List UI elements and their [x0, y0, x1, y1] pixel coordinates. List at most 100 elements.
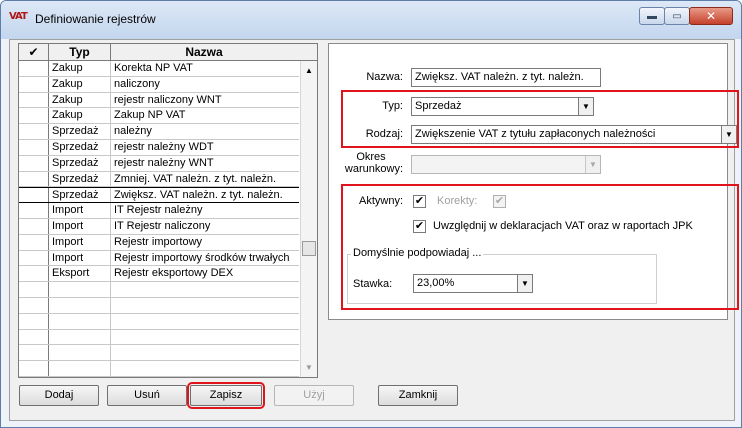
row-check-cell[interactable] — [19, 76, 49, 92]
table-row[interactable]: Import Rejestr importowy środków trwałych — [19, 250, 299, 267]
row-typ-cell — [49, 297, 111, 313]
row-check-cell[interactable] — [19, 155, 49, 171]
rodzaj-dropdown[interactable]: Zwiększenie VAT z tytułu zapłaconych nal… — [411, 125, 737, 144]
maximize-button[interactable]: ▭ — [664, 7, 690, 25]
chevron-down-icon: ▼ — [517, 275, 532, 292]
row-typ-cell — [49, 282, 111, 297]
row-typ-cell: Zakup — [49, 76, 111, 92]
stawka-value: 23,00% — [417, 277, 455, 289]
dodaj-label: Dodaj — [44, 389, 74, 401]
row-check-cell[interactable] — [19, 61, 49, 76]
checkmark-icon: ✔ — [414, 195, 425, 207]
row-typ-cell: Sprzedaż — [49, 139, 111, 155]
table-row[interactable]: Zakup rejestr naliczony WNT — [19, 92, 299, 109]
table-row[interactable] — [19, 313, 299, 330]
checkmark-icon: ✔ — [494, 195, 505, 207]
row-nazwa-cell: Korekta NP VAT — [114, 62, 193, 74]
table-row[interactable]: Sprzedaż Zwiększ. VAT należn. z tyt. nale… — [19, 187, 299, 204]
row-nazwa-cell: naliczony — [114, 77, 160, 90]
grid-scrollbar[interactable]: ▲ ▼ — [300, 61, 317, 377]
table-row[interactable]: Import IT Rejestr należny — [19, 203, 299, 219]
nazwa-column-header[interactable]: Nazwa — [111, 44, 297, 61]
row-nazwa-cell: IT Rejestr naliczony — [114, 219, 211, 232]
row-check-cell[interactable] — [19, 345, 49, 361]
uzyj-button[interactable]: Użyj — [274, 385, 354, 406]
row-check-cell[interactable] — [19, 250, 49, 266]
maximize-icon: ▭ — [672, 10, 682, 22]
typ-dropdown[interactable]: Sprzedaż ▼ — [411, 97, 594, 116]
table-row[interactable] — [19, 297, 299, 314]
table-row[interactable] — [19, 361, 299, 377]
table-row[interactable] — [19, 282, 299, 298]
scroll-thumb[interactable] — [302, 241, 316, 256]
stawka-dropdown[interactable]: 23,00% ▼ — [413, 274, 533, 293]
usun-button[interactable]: Usuń — [107, 385, 187, 406]
table-row[interactable]: Zakup Korekta NP VAT — [19, 61, 299, 77]
check-column-header[interactable]: ✔ — [19, 44, 49, 61]
table-row[interactable] — [19, 345, 299, 362]
okres-label-line1: Okres — [356, 151, 386, 163]
row-check-cell[interactable] — [19, 203, 49, 218]
table-row[interactable]: Sprzedaż rejestr należny WNT — [19, 155, 299, 172]
row-nazwa-cell: rejestr naliczony WNT — [114, 93, 222, 106]
rodzaj-label: Rodzaj: — [365, 128, 403, 140]
table-row[interactable]: Zakup naliczony — [19, 76, 299, 93]
row-typ-cell: Zakup — [49, 92, 111, 108]
row-check-cell[interactable] — [19, 108, 49, 124]
uwzglednij-checkbox[interactable]: ✔ — [413, 220, 426, 233]
row-check-cell[interactable] — [19, 188, 49, 203]
scroll-down-icon[interactable]: ▼ — [301, 359, 317, 376]
row-nazwa-cell — [111, 361, 299, 376]
row-nazwa-cell: IT Rejestr należny — [114, 204, 203, 217]
row-typ-cell: Sprzedaż — [49, 155, 111, 171]
row-check-cell[interactable] — [19, 124, 49, 139]
checkmark-icon: ✔ — [414, 220, 425, 232]
nazwa-input[interactable]: Zwiększ. VAT należn. z tyt. należn. — [411, 68, 601, 87]
aktywny-checkbox[interactable]: ✔ — [413, 195, 426, 208]
table-row[interactable] — [19, 329, 299, 346]
vat-app-icon: VAT — [9, 11, 28, 22]
zamknij-button[interactable]: Zamknij — [378, 385, 458, 406]
row-check-cell[interactable] — [19, 266, 49, 282]
zapisz-button[interactable]: Zapisz — [187, 382, 265, 409]
row-check-cell[interactable] — [19, 234, 49, 250]
typ-value: Sprzedaż — [415, 100, 462, 112]
row-nazwa-cell: rejestr należny WNT — [114, 156, 214, 169]
row-nazwa-cell: Rejestr eksportowy DEX — [114, 267, 234, 280]
row-check-cell[interactable] — [19, 297, 49, 313]
table-row[interactable]: Sprzedaż Zmniej. VAT należn. z tyt. należ… — [19, 171, 299, 188]
row-typ-cell — [49, 329, 111, 345]
row-check-cell[interactable] — [19, 218, 49, 234]
row-check-cell[interactable] — [19, 313, 49, 329]
client-area: ✔ Typ Nazwa Zakup Korekta NP VAT Zakup nali… — [9, 39, 739, 421]
row-check-cell[interactable] — [19, 171, 49, 187]
table-row[interactable]: Import Rejestr importowy — [19, 234, 299, 251]
aktywny-label: Aktywny: — [358, 195, 403, 207]
row-check-cell[interactable] — [19, 139, 49, 155]
korekty-checkbox[interactable]: ✔ — [493, 195, 506, 208]
typ-column-header[interactable]: Typ — [49, 44, 111, 61]
row-typ-cell: Sprzedaż — [49, 188, 111, 203]
row-check-cell[interactable] — [19, 329, 49, 345]
okres-warunkowy-dropdown[interactable]: ▼ — [411, 155, 601, 174]
row-nazwa-cell — [111, 298, 299, 313]
dodaj-button[interactable]: Dodaj — [19, 385, 99, 406]
row-typ-cell: Import — [49, 250, 111, 266]
table-row[interactable]: Import IT Rejestr naliczony — [19, 218, 299, 235]
close-icon: ✕ — [705, 9, 717, 23]
table-row[interactable]: Sprzedaż należny — [19, 124, 299, 140]
row-check-cell[interactable] — [19, 92, 49, 108]
scroll-up-icon[interactable]: ▲ — [301, 62, 317, 79]
minimize-button[interactable]: ▬ — [639, 7, 665, 25]
window-controls: ▬ ▭ ✕ — [639, 7, 733, 25]
table-row[interactable]: Sprzedaż rejestr należny WDT — [19, 139, 299, 156]
korekty-label: Korekty: — [437, 195, 478, 207]
uzyj-label: Użyj — [303, 389, 325, 401]
row-typ-cell: Sprzedaż — [49, 171, 111, 187]
row-check-cell[interactable] — [19, 282, 49, 297]
close-button[interactable]: ✕ — [689, 7, 733, 25]
row-check-cell[interactable] — [19, 361, 49, 376]
row-nazwa-cell: należny — [114, 125, 152, 138]
table-row[interactable]: Eksport Rejestr eksportowy DEX — [19, 266, 299, 283]
table-row[interactable]: Zakup Zakup NP VAT — [19, 108, 299, 125]
